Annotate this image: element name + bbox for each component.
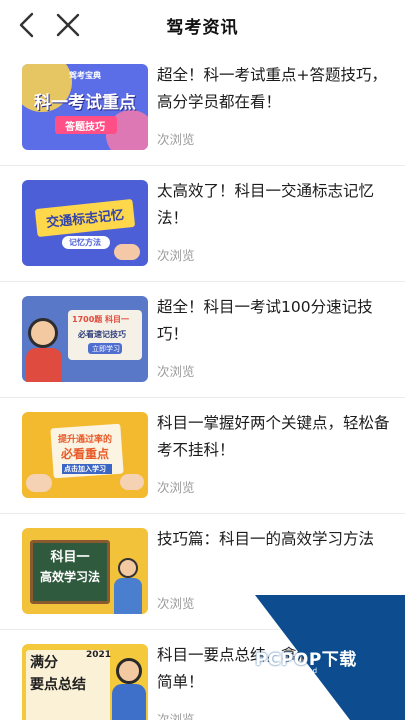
article-thumbnail: 1700题 科目一 必看速记技巧 立即学习 — [22, 296, 148, 382]
header-bar: 驾考资讯 — [0, 0, 405, 50]
article-thumbnail: 交通标志记忆 记忆方法 — [22, 180, 148, 266]
thumbnail-ribbon-label: 答题技巧 — [65, 122, 105, 133]
article-item[interactable]: 交通标志记忆 记忆方法 太高效了！科目一交通标志记忆法！ 次浏览 — [0, 166, 405, 282]
article-thumbnail: 驾考宝典 科一考试重点 答题技巧 — [22, 64, 148, 150]
article-thumbnail: 满分 要点总结 2021 — [22, 644, 148, 720]
thumbnail-ribbon-label: 点击加入学习 — [64, 465, 106, 473]
thumbnail-headline: 要点总结 — [30, 677, 86, 693]
thumbnail-headline: 高效学习法 — [39, 570, 100, 584]
watermark-subtitle: PCPOP Download — [257, 667, 318, 675]
thumbnail-small-label: 满分 — [30, 655, 58, 671]
article-title: 技巧篇：科目一的高效学习方法 — [157, 530, 375, 548]
article-title: 太高效了！科目一交通标志记忆法！ — [157, 182, 375, 227]
article-title: 超全！科一考试重点+答题技巧，高分学员都在看！ — [157, 66, 387, 111]
thumbnail-small-label: 提升通过率的 — [57, 435, 112, 445]
article-views: 次浏览 — [157, 248, 195, 263]
article-item[interactable]: 驾考宝典 科一考试重点 答题技巧 超全！科一考试重点+答题技巧，高分学员都在看！… — [0, 50, 405, 166]
article-views: 次浏览 — [157, 596, 195, 611]
thumbnail-ribbon-label: 立即学习 — [92, 345, 120, 353]
thumbnail-small-label: 1700题 科目一 — [72, 315, 130, 324]
article-views: 次浏览 — [157, 480, 195, 495]
article-views: 次浏览 — [157, 364, 195, 379]
article-views: 次浏览 — [157, 132, 195, 147]
thumbnail-small-label: 驾考宝典 — [69, 71, 101, 80]
article-title: 超全！科目一考试100分速记技巧！ — [157, 298, 373, 343]
thumbnail-ribbon-label: 2021 — [86, 650, 112, 660]
article-item[interactable]: 1700题 科目一 必看速记技巧 立即学习 超全！科目一考试100分速记技巧！ … — [0, 282, 405, 398]
article-thumbnail: 科目一 高效学习法 — [22, 528, 148, 614]
watermark: PCPOP下载 PCPOP Download — [255, 595, 405, 720]
thumbnail-headline: 科一考试重点 — [34, 93, 136, 113]
thumbnail-headline: 必看重点 — [60, 447, 109, 461]
article-thumbnail: 提升通过率的 必看重点 点击加入学习 — [22, 412, 148, 498]
thumbnail-small-label: 科目一 — [50, 550, 90, 565]
page-title: 驾考资讯 — [166, 18, 239, 38]
article-title: 科目一掌握好两个关键点，轻松备考不挂科！ — [157, 414, 390, 459]
article-item[interactable]: 提升通过率的 必看重点 点击加入学习 科目一掌握好两个关键点，轻松备考不挂科！ … — [0, 398, 405, 514]
thumbnail-headline: 必看速记技巧 — [78, 330, 126, 339]
article-views: 次浏览 — [157, 712, 195, 720]
